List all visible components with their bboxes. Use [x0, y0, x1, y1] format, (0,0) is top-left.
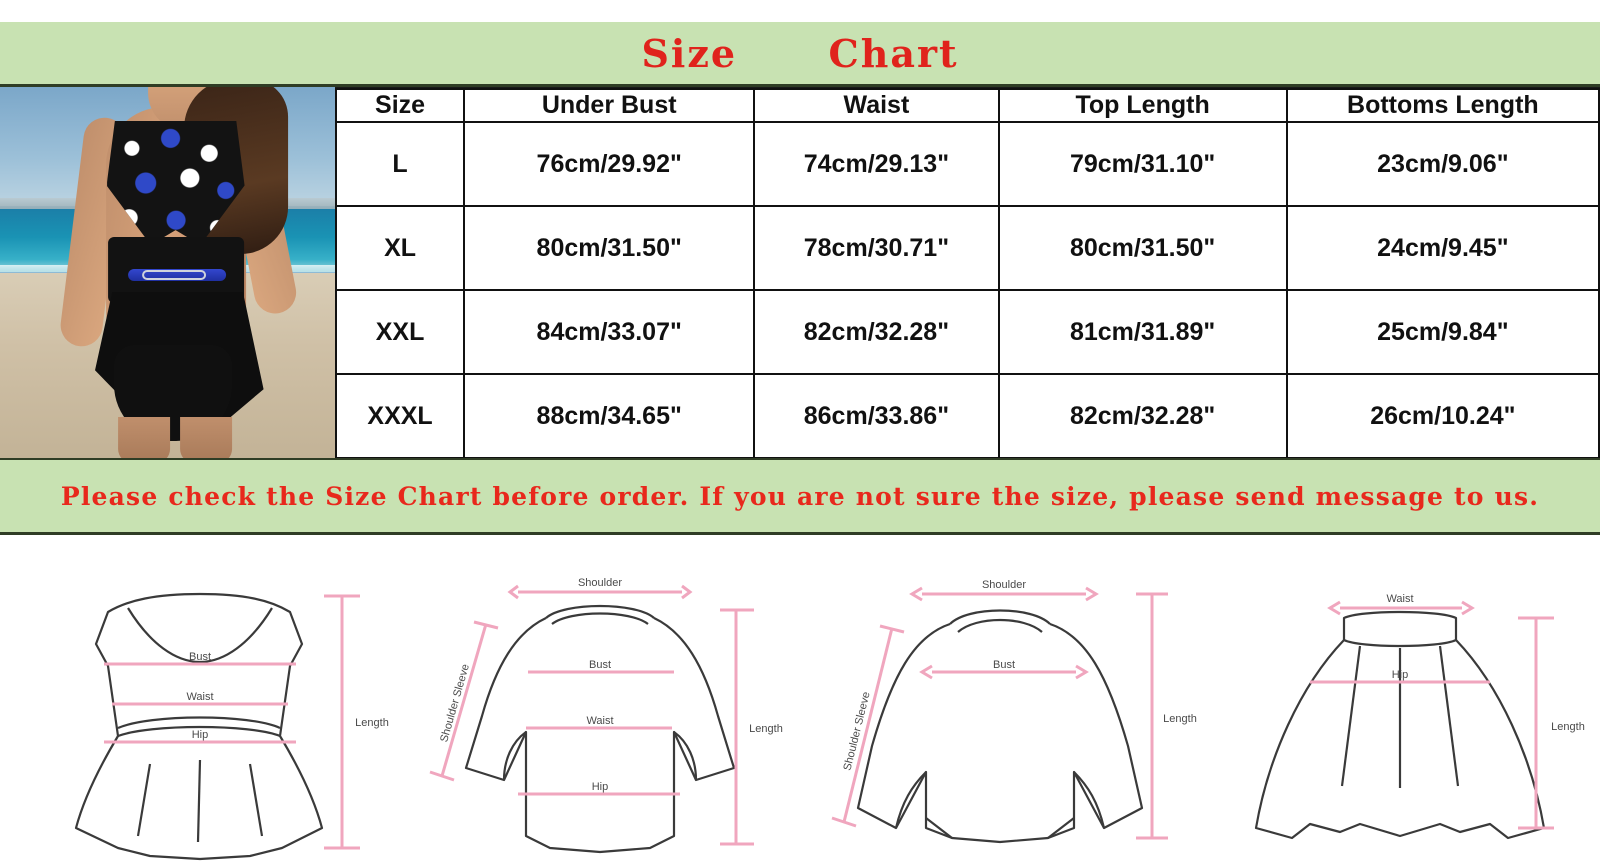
cell-size: XXL [334, 289, 466, 375]
label-bust: Bust [189, 651, 211, 663]
column-header-under-bust: Under Bust [463, 88, 756, 123]
cell-under-bust: 76cm/29.92" [463, 121, 756, 207]
label-hip: Hip [1392, 669, 1409, 681]
column-header-waist: Waist [753, 88, 1000, 123]
label-length: Length [355, 717, 389, 729]
cell-under-bust: 84cm/33.07" [463, 289, 756, 375]
shoulder-sleeve-measure-line [842, 627, 894, 823]
label-waist: Waist [586, 715, 613, 727]
cell-size: XL [334, 205, 466, 291]
title-banner: Size Chart [0, 22, 1600, 87]
cell-top-length: 80cm/31.50" [997, 205, 1288, 291]
column-header-bottoms-length: Bottoms Length [1285, 88, 1600, 123]
cell-waist: 82cm/32.28" [753, 289, 1000, 375]
table-row: XL 80cm/31.50" 78cm/30.71" 80cm/31.50" 2… [334, 205, 1600, 291]
cell-waist: 86cm/33.86" [753, 373, 1000, 459]
label-hip: Hip [592, 781, 609, 793]
cell-top-length: 82cm/32.28" [997, 373, 1288, 459]
diagram-long-sleeve-dress: Shoulder Bust Waist Hip Shoulder Sleeve … [400, 536, 800, 861]
table-row: XXL 84cm/33.07" 82cm/32.28" 81cm/31.89" … [334, 289, 1600, 375]
photo-and-table-row: Size Under Bust Waist Top Length Bottoms… [0, 87, 1600, 459]
model-left-leg [117, 417, 170, 458]
size-table-container: Size Under Bust Waist Top Length Bottoms… [334, 87, 1600, 459]
column-header-size: Size [334, 88, 466, 123]
label-shoulder: Shoulder [578, 577, 622, 589]
notice-text: Please check the Size Chart before order… [60, 481, 1540, 511]
product-photo [0, 87, 335, 458]
cell-bottoms-length: 23cm/9.06" [1285, 121, 1600, 207]
table-row: L 76cm/29.92" 74cm/29.13" 79cm/31.10" 23… [334, 121, 1600, 207]
cell-bottoms-length: 24cm/9.45" [1285, 205, 1600, 291]
cell-bottoms-length: 26cm/10.24" [1285, 373, 1600, 459]
cell-under-bust: 80cm/31.50" [463, 205, 756, 291]
page-title: Size Chart [641, 30, 959, 76]
cell-top-length: 79cm/31.10" [997, 121, 1288, 207]
cell-size: XXXL [334, 373, 466, 459]
shoulder-sleeve-measure-line [440, 623, 488, 777]
table-header-row: Size Under Bust Waist Top Length Bottoms… [334, 88, 1600, 123]
diagram-sleeveless-dress: Bust Waist Hip Length [0, 536, 400, 861]
swimsuit-belt [127, 269, 226, 281]
column-header-top-length: Top Length [997, 88, 1288, 123]
size-table: Size Under Bust Waist Top Length Bottoms… [334, 88, 1600, 459]
label-hip: Hip [192, 729, 209, 741]
label-waist: Waist [186, 691, 213, 703]
label-bust: Bust [589, 659, 611, 671]
cell-waist: 78cm/30.71" [753, 205, 1000, 291]
label-length: Length [1163, 713, 1197, 725]
model-right-leg [179, 417, 232, 458]
model-figure [52, 87, 304, 458]
cell-waist: 74cm/29.13" [753, 121, 1000, 207]
label-waist: Waist [1386, 593, 1413, 605]
size-chart-page: Size Chart Size Under Bust Waist Top Len… [0, 0, 1600, 861]
label-length: Length [749, 723, 783, 735]
label-bust: Bust [993, 659, 1015, 671]
cell-bottoms-length: 25cm/9.84" [1285, 289, 1600, 375]
cell-under-bust: 88cm/34.65" [463, 373, 756, 459]
diagram-skirt: Waist Hip Length [1200, 536, 1600, 861]
label-length: Length [1551, 721, 1585, 733]
diagram-sweatshirt: Shoulder Bust Shoulder Sleeve Length [800, 536, 1200, 861]
notice-banner: Please check the Size Chart before order… [0, 458, 1600, 535]
label-shoulder: Shoulder [982, 579, 1026, 591]
cell-size: L [334, 121, 466, 207]
cell-top-length: 81cm/31.89" [997, 289, 1288, 375]
measurement-diagrams: Bust Waist Hip Length Shoulder Bust Wais… [0, 536, 1600, 861]
table-row: XXXL 88cm/34.65" 86cm/33.86" 82cm/32.28"… [334, 373, 1600, 459]
